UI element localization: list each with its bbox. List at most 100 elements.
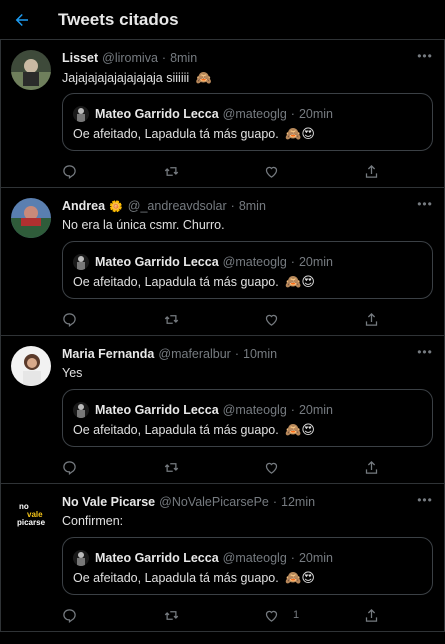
more-button[interactable]: ••• xyxy=(416,494,434,508)
quoted-author-handle: @mateoglg xyxy=(222,255,287,269)
logo-text: picarse xyxy=(17,518,46,527)
tweet-text: No era la única csmr. Churro. xyxy=(62,218,225,232)
tweet[interactable]: no vale picarse No Vale Picarse @NoValeP… xyxy=(0,484,445,632)
quoted-timestamp: 20min xyxy=(298,403,333,417)
tweet-actions xyxy=(62,163,392,179)
quoted-tweet[interactable]: Mateo Garrido Lecca @mateoglg · 20min Oe… xyxy=(62,537,433,595)
tweet[interactable]: Maria Fernanda @maferalbur · 10min ••• Y… xyxy=(0,336,445,484)
quoted-author-handle: @mateoglg xyxy=(222,403,287,417)
author-name[interactable]: Maria Fernanda xyxy=(62,347,154,361)
author-name[interactable]: No Vale Picarse xyxy=(62,495,155,509)
quoted-tweet-header: Mateo Garrido Lecca @mateoglg · 20min xyxy=(73,402,333,418)
separator: · xyxy=(290,107,295,121)
separator: · xyxy=(230,199,235,213)
author-handle[interactable]: @maferalbur xyxy=(158,347,230,361)
reply-icon xyxy=(63,460,76,475)
more-icon: ••• xyxy=(417,49,433,63)
reply-button[interactable] xyxy=(62,459,77,475)
separator: · xyxy=(272,495,278,509)
share-button[interactable] xyxy=(364,163,379,179)
separator: · xyxy=(290,551,295,565)
quoted-tweet[interactable]: Mateo Garrido Lecca @mateoglg · 20min Oe… xyxy=(62,389,433,447)
separator: · xyxy=(290,255,295,269)
name-badge: 🌼 xyxy=(109,200,123,213)
tweet-emoji: 🙈 xyxy=(195,70,212,85)
quoted-avatar xyxy=(73,106,89,122)
like-icon xyxy=(265,610,278,622)
timestamp[interactable]: 8min xyxy=(170,51,197,65)
quoted-tweet-header: Mateo Garrido Lecca @mateoglg · 20min xyxy=(73,254,333,270)
quoted-text: Oe afeitado, Lapadula tá más guapo. 🙈😍 xyxy=(73,570,315,585)
avatar[interactable] xyxy=(11,50,51,90)
retweet-button[interactable] xyxy=(164,311,179,327)
timestamp[interactable]: 8min xyxy=(239,199,266,213)
retweet-button[interactable] xyxy=(164,459,179,475)
quoted-author-handle: @mateoglg xyxy=(222,551,287,565)
reply-icon xyxy=(63,608,76,623)
tweet-header: Maria Fernanda @maferalbur · 10min xyxy=(62,347,277,361)
quoted-tweet-header: Mateo Garrido Lecca @mateoglg · 20min xyxy=(73,106,333,122)
author-name[interactable]: Lisset xyxy=(62,51,98,65)
quoted-text: Oe afeitado, Lapadula tá más guapo. 🙈😍 xyxy=(73,126,315,141)
quoted-emojis: 🙈😍 xyxy=(285,126,315,141)
more-button[interactable]: ••• xyxy=(416,197,434,212)
more-button[interactable]: ••• xyxy=(416,49,434,64)
page-title: Tweets citados xyxy=(58,9,179,29)
reply-icon xyxy=(63,312,76,327)
tweet-header: Lisset @liromiva · 8min xyxy=(62,51,197,65)
quoted-timestamp: 20min xyxy=(298,551,333,565)
tweet[interactable]: Lisset @liromiva · 8min ••• Jajajajajaja… xyxy=(0,40,445,188)
author-handle[interactable]: @_andreavdsolar xyxy=(128,199,227,213)
avatar[interactable] xyxy=(11,198,51,238)
quoted-tweet[interactable]: Mateo Garrido Lecca @mateoglg · 20min Oe… xyxy=(62,241,433,299)
share-icon xyxy=(365,164,378,178)
separator: · xyxy=(234,347,239,361)
author-name[interactable]: Andrea xyxy=(62,199,105,213)
like-button[interactable] xyxy=(264,459,293,475)
author-handle[interactable]: @NoValePicarsePe xyxy=(159,495,269,509)
quoted-text: Oe afeitado, Lapadula tá más guapo. 🙈😍 xyxy=(73,274,315,289)
timestamp[interactable]: 12min xyxy=(281,495,315,509)
back-button[interactable] xyxy=(0,0,44,40)
retweet-button[interactable] xyxy=(164,163,179,179)
author-handle[interactable]: @liromiva xyxy=(102,51,158,65)
quoted-tweet[interactable]: Mateo Garrido Lecca @mateoglg · 20min Oe… xyxy=(62,93,433,151)
like-button[interactable] xyxy=(264,163,293,179)
like-button[interactable]: 1 xyxy=(264,607,299,623)
quoted-author-name: Mateo Garrido Lecca xyxy=(95,551,219,565)
quoted-emojis: 🙈😍 xyxy=(285,422,315,437)
share-icon xyxy=(365,312,378,326)
quoted-avatar xyxy=(73,550,89,566)
tweet-text: Confirmen: xyxy=(62,514,124,528)
share-button[interactable] xyxy=(364,459,379,475)
like-button[interactable] xyxy=(264,311,293,327)
retweet-button[interactable] xyxy=(164,607,179,623)
retweet-icon xyxy=(164,462,179,472)
like-count: 1 xyxy=(293,609,300,621)
quoted-author-name: Mateo Garrido Lecca xyxy=(95,107,219,121)
share-button[interactable] xyxy=(364,311,379,327)
reply-button[interactable] xyxy=(62,311,77,327)
share-icon xyxy=(365,460,378,474)
quoted-tweet-header: Mateo Garrido Lecca @mateoglg · 20min xyxy=(73,550,333,566)
tweet-actions xyxy=(62,311,392,327)
reply-button[interactable] xyxy=(62,163,77,179)
quoted-timestamp: 20min xyxy=(298,107,333,121)
timestamp[interactable]: 10min xyxy=(243,347,277,361)
retweet-icon xyxy=(164,610,179,620)
reply-button[interactable] xyxy=(62,607,77,623)
more-icon: ••• xyxy=(417,197,433,211)
more-button[interactable]: ••• xyxy=(416,346,434,360)
retweet-icon xyxy=(164,166,179,176)
retweet-icon xyxy=(164,314,179,324)
quoted-avatar xyxy=(73,402,89,418)
separator: · xyxy=(161,51,167,65)
like-icon xyxy=(265,314,278,326)
tweet[interactable]: Andrea 🌼 @_andreavdsolar · 8min ••• No e… xyxy=(0,188,445,336)
avatar[interactable]: no vale picarse xyxy=(11,494,51,534)
quoted-avatar xyxy=(73,254,89,270)
quote-tweets-feed: Lisset @liromiva · 8min ••• Jajajajajaja… xyxy=(0,40,445,632)
quoted-text: Oe afeitado, Lapadula tá más guapo. 🙈😍 xyxy=(73,422,315,437)
avatar[interactable] xyxy=(11,346,51,386)
share-button[interactable] xyxy=(364,607,379,623)
